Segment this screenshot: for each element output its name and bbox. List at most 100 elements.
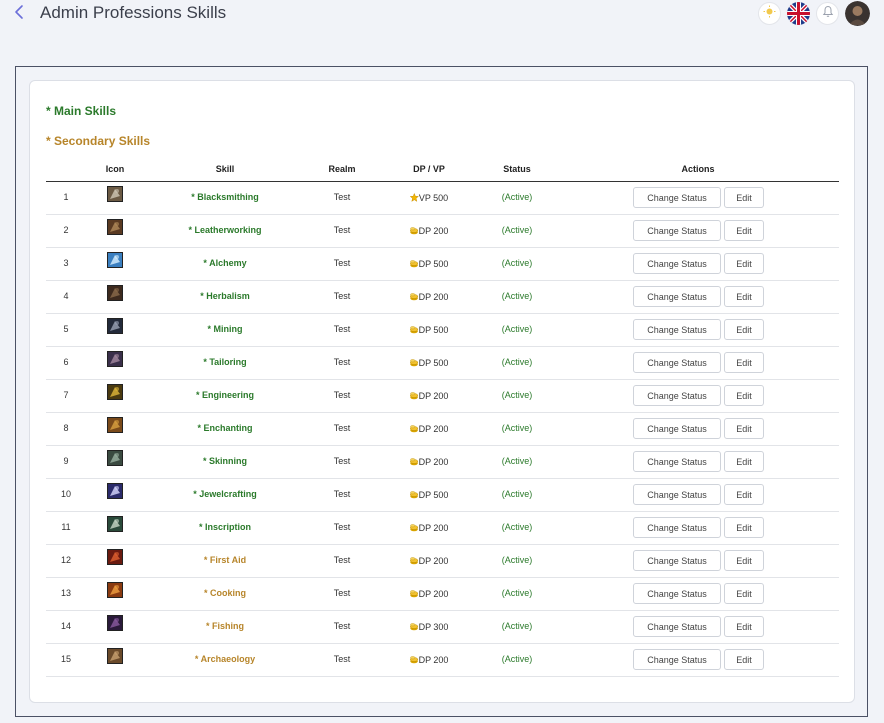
status-badge: (Active)	[501, 357, 533, 367]
row-number: 13	[60, 588, 72, 598]
coin-icon	[410, 555, 419, 567]
realm-value: Test	[333, 522, 351, 532]
skill-name: * Alchemy	[203, 258, 247, 268]
edit-button[interactable]: Edit	[724, 616, 764, 637]
cost-text: DP 200	[418, 556, 449, 566]
realm-value: Test	[333, 291, 351, 301]
cost-value: DP 500	[410, 489, 449, 501]
edit-button[interactable]: Edit	[724, 352, 764, 373]
cost-text: DP 500	[418, 490, 449, 500]
edit-button[interactable]: Edit	[724, 451, 764, 472]
row-number: 4	[63, 291, 69, 301]
user-avatar[interactable]	[845, 1, 870, 26]
column-header-icon: Icon	[105, 164, 125, 174]
coin-icon	[410, 291, 419, 303]
realm-value: Test	[333, 621, 351, 631]
change-status-button[interactable]: Change Status	[633, 517, 721, 538]
cost-text: DP 300	[418, 622, 449, 632]
skill-icon	[107, 252, 123, 268]
table-row: 15 * Archaeology Test DP 200 (Active) Change …	[46, 644, 839, 677]
uk-flag-icon[interactable]	[787, 2, 810, 25]
theme-toggle-button[interactable]	[758, 2, 781, 25]
page-title: Admin Professions Skills	[40, 3, 227, 22]
row-number: 9	[63, 456, 69, 466]
change-status-button[interactable]: Change Status	[633, 418, 721, 439]
change-status-button[interactable]: Change Status	[633, 484, 721, 505]
coin-icon	[410, 456, 419, 468]
row-number: 12	[60, 555, 72, 565]
coin-icon	[410, 258, 419, 270]
status-badge: (Active)	[501, 456, 533, 466]
secondary-skills-label[interactable]: * Secondary Skills	[46, 134, 150, 148]
edit-button[interactable]: Edit	[724, 484, 764, 505]
cost-value: DP 200	[410, 456, 448, 468]
edit-button[interactable]: Edit	[724, 253, 764, 274]
change-status-button[interactable]: Change Status	[633, 286, 721, 307]
row-number: 6	[63, 357, 69, 367]
sun-icon	[763, 5, 776, 23]
skill-icon	[107, 219, 123, 235]
edit-button[interactable]: Edit	[724, 286, 764, 307]
change-status-button[interactable]: Change Status	[633, 319, 721, 340]
edit-button[interactable]: Edit	[724, 583, 764, 604]
skill-name: * Enchanting	[197, 423, 253, 433]
column-header-realm: Realm	[328, 164, 356, 174]
skill-icon	[107, 450, 123, 466]
skill-icon	[107, 285, 123, 301]
change-status-button[interactable]: Change Status	[633, 385, 721, 406]
table-row: 7 * Engineering Test DP 200 (Active) Change S…	[46, 380, 839, 413]
change-status-button[interactable]: Change Status	[633, 352, 721, 373]
status-badge: (Active)	[501, 621, 533, 631]
edit-button[interactable]: Edit	[724, 418, 764, 439]
edit-button[interactable]: Edit	[724, 550, 764, 571]
notification-button[interactable]	[816, 2, 839, 25]
row-number: 8	[63, 423, 69, 433]
main-skills-label[interactable]: * Main Skills	[46, 104, 116, 118]
change-status-button[interactable]: Change Status	[633, 583, 721, 604]
change-status-button[interactable]: Change Status	[633, 649, 721, 670]
cost-value: DP 500	[410, 258, 449, 270]
table-row: 11 * Inscription Test DP 200 (Active) Change …	[46, 512, 839, 545]
cost-text: DP 500	[418, 259, 449, 269]
change-status-button[interactable]: Change Status	[633, 187, 721, 208]
table-row: 4 * Herbalism Test DP 200 (Active) Change Sta…	[46, 281, 839, 314]
edit-button[interactable]: Edit	[724, 649, 764, 670]
status-badge: (Active)	[501, 192, 533, 202]
column-header-skill: Skill	[215, 164, 235, 174]
table-row: 10 * Jewelcrafting Test DP 500 (Active) Chang…	[46, 479, 839, 512]
change-status-button[interactable]: Change Status	[633, 451, 721, 472]
back-arrow-icon[interactable]	[12, 3, 28, 21]
change-status-button[interactable]: Change Status	[633, 616, 721, 637]
edit-button[interactable]: Edit	[724, 385, 764, 406]
status-badge: (Active)	[501, 324, 533, 334]
skill-icon	[107, 318, 123, 334]
change-status-button[interactable]: Change Status	[633, 220, 721, 241]
row-number: 11	[61, 522, 71, 532]
cost-text: DP 500	[418, 325, 449, 335]
status-badge: (Active)	[501, 522, 533, 532]
status-badge: (Active)	[501, 588, 533, 598]
cost-value: VP 500	[409, 192, 448, 204]
row-number: 1	[63, 192, 69, 202]
edit-button[interactable]: Edit	[724, 187, 764, 208]
cost-value: DP 200	[410, 522, 448, 534]
change-status-button[interactable]: Change Status	[633, 550, 721, 571]
skill-name: * Leatherworking	[188, 225, 262, 235]
change-status-button[interactable]: Change Status	[633, 253, 721, 274]
table-row: 5 * Mining Test DP 500 (Active) Change Status…	[46, 314, 839, 347]
row-number: 10	[60, 489, 72, 499]
cost-value: DP 200	[410, 390, 448, 402]
cost-value: DP 200	[410, 555, 449, 567]
edit-button[interactable]: Edit	[724, 220, 764, 241]
coin-icon	[410, 357, 419, 369]
skill-name: * Mining	[207, 324, 243, 334]
cost-text: DP 200	[418, 226, 449, 236]
skill-name: * Tailoring	[203, 357, 247, 367]
edit-button[interactable]: Edit	[724, 319, 764, 340]
skill-name: * First Aid	[203, 555, 247, 565]
edit-button[interactable]: Edit	[724, 517, 764, 538]
cost-value: DP 200	[410, 225, 449, 237]
coin-icon	[410, 621, 419, 633]
status-badge: (Active)	[501, 225, 533, 235]
skill-name: * Blacksmithing	[191, 192, 259, 202]
